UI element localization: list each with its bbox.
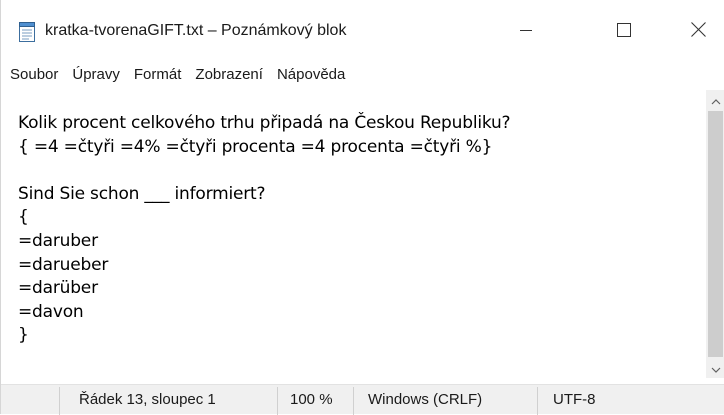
- menu-format[interactable]: Formát: [130, 66, 186, 83]
- minimize-button[interactable]: [503, 12, 549, 52]
- notepad-window: kratka-tvorenaGIFT.txt – Poznámkový blok…: [0, 0, 724, 415]
- maximize-button[interactable]: [601, 12, 647, 52]
- scroll-up-button[interactable]: [706, 92, 724, 109]
- chevron-up-icon: [711, 92, 721, 110]
- menu-bar: Soubor Úpravy Formát Zobrazení Nápověda: [1, 60, 724, 88]
- status-bar: Řádek 13, sloupec 1 100 % Windows (CRLF)…: [1, 384, 724, 415]
- status-divider: [353, 387, 354, 415]
- close-button[interactable]: [675, 12, 721, 52]
- zoom-level: 100 %: [290, 391, 333, 408]
- chevron-down-icon: [711, 360, 721, 378]
- close-icon: [690, 22, 706, 42]
- window-title: kratka-tvorenaGIFT.txt – Poznámkový blok: [45, 22, 347, 39]
- cursor-position: Řádek 13, sloupec 1: [79, 391, 216, 408]
- title-bar[interactable]: kratka-tvorenaGIFT.txt – Poznámkový blok: [1, 0, 724, 60]
- minimize-icon: [520, 23, 532, 41]
- menu-file[interactable]: Soubor: [10, 66, 62, 83]
- menu-help[interactable]: Nápověda: [273, 66, 349, 83]
- scroll-down-button[interactable]: [706, 360, 724, 377]
- text-editor[interactable]: Kolik procent celkového trhu připadá na …: [1, 90, 706, 378]
- status-divider: [277, 387, 278, 415]
- line-endings: Windows (CRLF): [368, 391, 483, 408]
- editor-content[interactable]: Kolik procent celkového trhu připadá na …: [1, 90, 706, 348]
- encoding: UTF-8: [553, 391, 596, 408]
- scrollbar-thumb[interactable]: [708, 111, 723, 357]
- status-divider: [59, 387, 60, 415]
- maximize-icon: [617, 22, 631, 42]
- status-divider: [537, 387, 538, 415]
- vertical-scrollbar[interactable]: [706, 90, 724, 378]
- notepad-icon: [18, 22, 36, 42]
- menu-edit[interactable]: Úpravy: [68, 66, 124, 83]
- menu-view[interactable]: Zobrazení: [191, 66, 267, 83]
